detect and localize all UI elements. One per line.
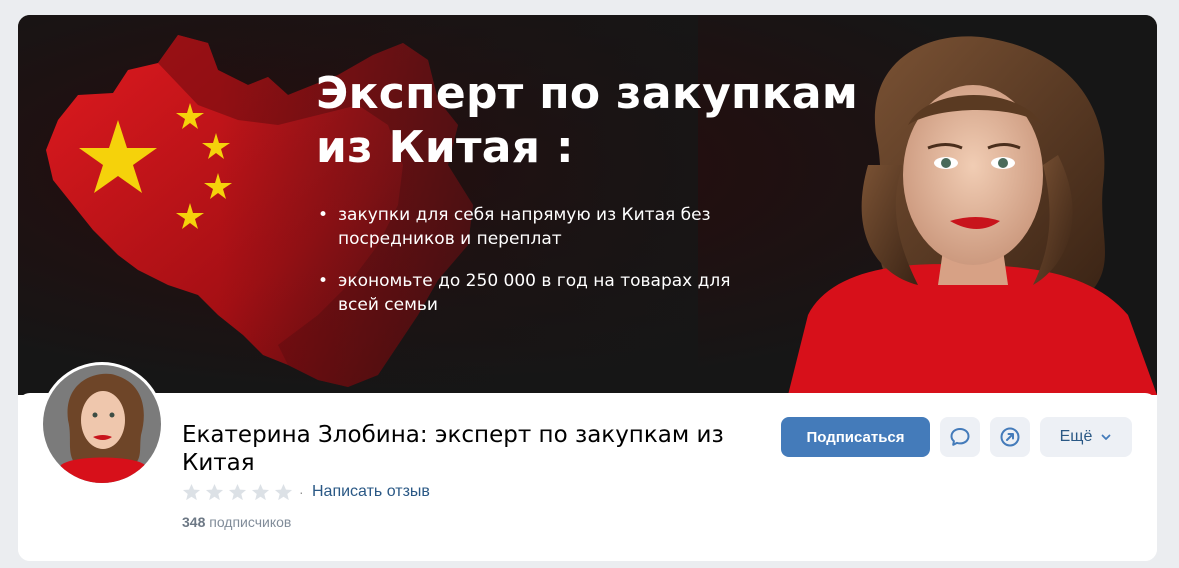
star-icon[interactable] <box>205 483 224 502</box>
share-arrow-icon <box>1000 427 1020 447</box>
chevron-down-icon <box>1101 434 1111 440</box>
subscribers-number: 348 <box>182 514 206 530</box>
profile-name: Екатерина Злобина: эксперт по закупкам и… <box>182 422 724 476</box>
subscribers-count: 348 подписчиков <box>182 514 291 530</box>
avatar-photo <box>43 365 161 483</box>
separator-dot: · <box>299 484 304 500</box>
cover-bullet-list: закупки для себя напрямую из Китая без п… <box>318 203 738 335</box>
cover-bullet: экономьте до 250 000 в год на товарах дл… <box>318 269 738 317</box>
write-review-link[interactable]: Написать отзыв <box>312 483 430 501</box>
star-icon[interactable] <box>251 483 270 502</box>
more-button-label: Ещё <box>1059 428 1093 445</box>
avatar[interactable] <box>43 365 161 483</box>
cover-banner: Эксперт по закупкам из Китая : закупки д… <box>18 15 1157 395</box>
message-button[interactable] <box>940 417 980 457</box>
portrait-photo <box>788 36 1157 395</box>
star-icon[interactable] <box>228 483 247 502</box>
star-icon[interactable] <box>274 483 293 502</box>
cover-bullet: закупки для себя напрямую из Китая без п… <box>318 203 738 251</box>
avatar-frame <box>40 362 164 486</box>
rating-stars[interactable] <box>182 483 293 502</box>
message-bubble-icon <box>950 428 970 446</box>
profile-card: Эксперт по закупкам из Китая : закупки д… <box>18 15 1157 561</box>
share-button[interactable] <box>990 417 1030 457</box>
more-button[interactable]: Ещё <box>1040 417 1132 457</box>
profile-info-panel <box>18 393 1157 561</box>
subscribe-button[interactable]: Подписаться <box>781 417 930 457</box>
subscribers-label: подписчиков <box>209 514 292 530</box>
star-icon[interactable] <box>182 483 201 502</box>
